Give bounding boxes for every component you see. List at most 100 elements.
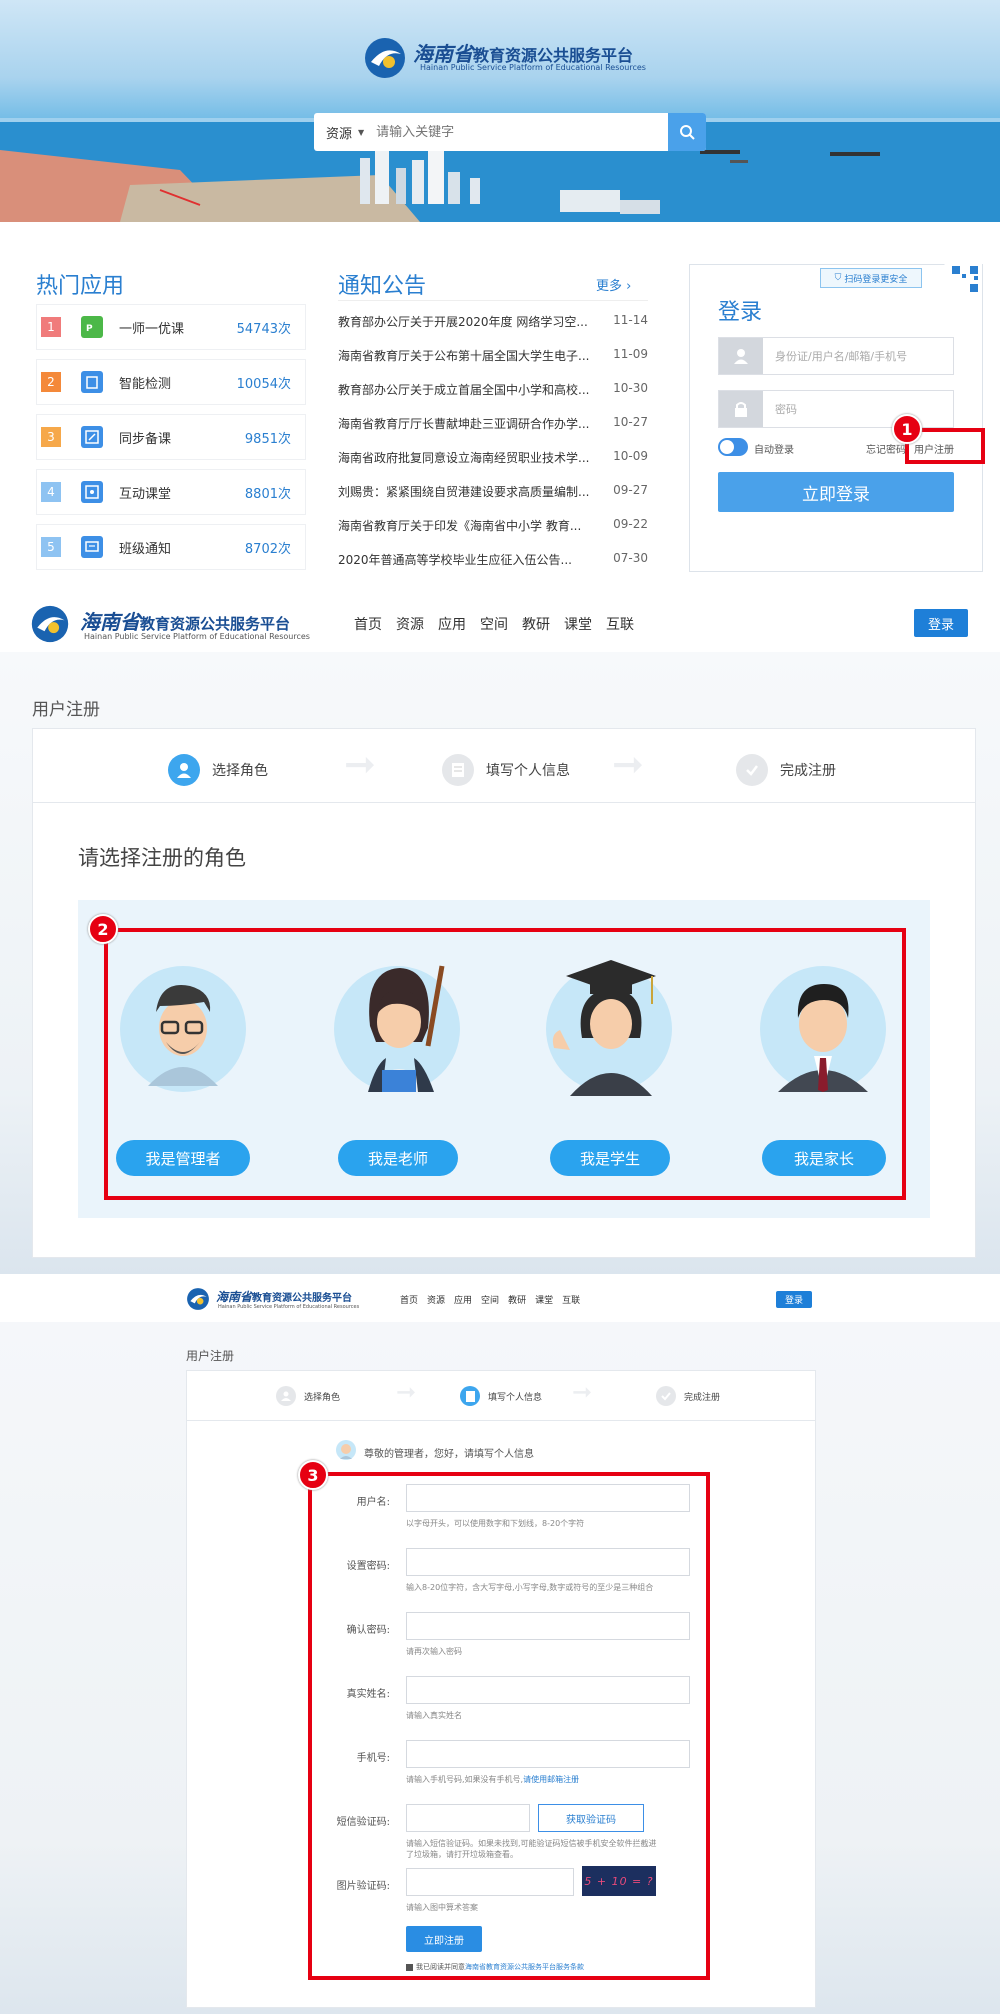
app-count: 8702次 <box>244 541 291 557</box>
nav-space[interactable]: 空间 <box>481 1293 499 1306</box>
app-name: 一师一优课 <box>119 321 185 337</box>
nav-classroom[interactable]: 课堂 <box>535 1293 553 1306</box>
form-greeting: 尊敬的管理者，您好，请填写个人信息 <box>364 1449 534 1460</box>
main-nav-small: 首页 资源 应用 空间 教研 课堂 互联 <box>400 1293 580 1306</box>
nav-connect[interactable]: 互联 <box>606 614 634 634</box>
app-name: 互动课堂 <box>119 486 172 502</box>
rank-badge: 2 <box>41 372 61 392</box>
app-count: 8801次 <box>244 486 291 502</box>
nav-research[interactable]: 教研 <box>508 1293 526 1306</box>
app-row[interactable]: 5 班级通知 8702次 <box>36 524 306 570</box>
app-row[interactable]: 4 互动课堂 8801次 <box>36 469 306 515</box>
app-name: 智能检测 <box>119 376 172 392</box>
login-submit-button[interactable]: 立即登录 <box>718 472 954 512</box>
nav-login-button[interactable]: 登录 <box>776 1291 812 1308</box>
user-icon <box>719 338 763 374</box>
main-nav: 首页 资源 应用 空间 教研 课堂 互联 <box>354 614 634 634</box>
app-count: 54743次 <box>236 321 291 337</box>
manager-avatar-icon <box>336 1440 356 1460</box>
step-complete: 完成注册 <box>656 1386 720 1406</box>
arrow-icon: ➞ <box>396 1378 417 1406</box>
form-icon <box>460 1386 480 1406</box>
highlight-box-3 <box>308 1472 710 1980</box>
page-title: 用户注册 <box>32 700 100 720</box>
message-icon <box>81 536 103 558</box>
nav-resources[interactable]: 资源 <box>427 1293 445 1306</box>
qr-login-tip[interactable]: ⛉ 扫码登录更安全 <box>820 268 922 288</box>
nav-resources[interactable]: 资源 <box>396 614 424 634</box>
page-title: 用户注册 <box>186 1349 235 1363</box>
logo-icon <box>30 604 70 644</box>
rank-badge: 4 <box>41 482 61 502</box>
notice-item[interactable]: 刘赐贵：紧紧围绕自贸港建设要求高质量编制... 09-27 <box>338 483 648 500</box>
annotation-badge-3: 3 <box>298 1460 328 1490</box>
nav-apps[interactable]: 应用 <box>438 614 466 634</box>
logo-icon <box>363 36 407 80</box>
user-icon <box>168 754 200 786</box>
rank-badge: 5 <box>41 537 61 557</box>
app-row[interactable]: 2 智能检测 10054次 <box>36 359 306 405</box>
search-bar: 资源 ▼ <box>314 113 706 151</box>
username-field[interactable]: 身份证/用户名/邮箱/手机号 <box>718 337 954 375</box>
rank-badge: 1 <box>41 317 61 337</box>
step-fill-info: 填写个人信息 <box>460 1386 542 1406</box>
search-input[interactable] <box>376 124 657 140</box>
nav-apps[interactable]: 应用 <box>454 1293 472 1306</box>
app-count: 9851次 <box>244 431 291 447</box>
notice-item[interactable]: 海南省教育厅关于印发《海南省中小学 教育... 09-22 <box>338 517 648 534</box>
step-fill-info: 填写个人信息 <box>442 754 570 786</box>
step-choose-role: 选择角色 <box>276 1386 340 1406</box>
svg-text:P: P <box>86 324 93 334</box>
logo-icon <box>186 1287 210 1311</box>
search-button[interactable] <box>668 113 706 151</box>
app-row[interactable]: 3 同步备课 9851次 <box>36 414 306 460</box>
app-name: 班级通知 <box>119 541 172 557</box>
auto-login-toggle[interactable] <box>718 438 748 456</box>
qr-code-icon[interactable] <box>944 264 982 302</box>
annotation-badge-2: 2 <box>88 914 118 944</box>
notice-item[interactable]: 海南省政府批复同意设立海南经贸职业技术学... 10-09 <box>338 449 648 466</box>
forgot-password-link[interactable]: 忘记密码 <box>866 441 906 456</box>
nav-space[interactable]: 空间 <box>480 614 508 634</box>
clipboard-icon <box>81 371 103 393</box>
notice-item[interactable]: 教育部办公厅关于开展2020年度 网络学习空... 11-14 <box>338 313 648 330</box>
nav-research[interactable]: 教研 <box>522 614 550 634</box>
brand-subtitle: Hainan Public Service Platform of Educat… <box>420 63 646 72</box>
rank-badge: 3 <box>41 427 61 447</box>
nav-login-button[interactable]: 登录 <box>914 609 968 637</box>
notice-item[interactable]: 海南省教育厅厅长曹献坤赴三亚调研合作办学... 10-27 <box>338 415 648 432</box>
app-name: 同步备课 <box>119 431 172 447</box>
app-row[interactable]: 1 P 一师一优课 54743次 <box>36 304 306 350</box>
chevron-down-icon[interactable]: ▼ <box>358 128 364 137</box>
search-icon <box>679 124 695 140</box>
form-icon <box>442 754 474 786</box>
check-icon <box>736 754 768 786</box>
notice-item[interactable]: 2020年普通高等学校毕业生应征入伍公告... 07-30 <box>338 551 648 568</box>
choose-role-heading: 请选择注册的角色 <box>78 846 246 870</box>
notice-item[interactable]: 海南省教育厅关于公布第十届全国大学生电子... 11-09 <box>338 347 648 364</box>
nav-classroom[interactable]: 课堂 <box>564 614 592 634</box>
step-complete: 完成注册 <box>736 754 836 786</box>
ppt-icon: P <box>81 316 103 338</box>
nav-connect[interactable]: 互联 <box>562 1293 580 1306</box>
arrow-icon: ➞ <box>344 742 376 786</box>
hot-apps-title: 热门应用 <box>36 274 125 299</box>
login-title: 登录 <box>718 300 763 325</box>
search-category[interactable]: 资源 <box>326 123 352 142</box>
classroom-icon <box>81 481 103 503</box>
user-icon <box>276 1386 296 1406</box>
toggle-knob <box>720 440 734 454</box>
arrow-icon: ➞ <box>572 1378 593 1406</box>
hero-banner: 海南省 教育资源公共服务平台 Hainan Public Service Pla… <box>0 0 1000 222</box>
nav-home[interactable]: 首页 <box>400 1293 418 1306</box>
app-count: 10054次 <box>236 376 291 392</box>
nav-home[interactable]: 首页 <box>354 614 382 634</box>
shield-icon: ⛉ <box>834 273 842 283</box>
brand-subtitle: Hainan Public Service Platform of Educat… <box>218 1304 360 1310</box>
steps-divider <box>32 802 976 803</box>
notice-item[interactable]: 教育部办公厅关于成立首届全国中小学和高校... 10-30 <box>338 381 648 398</box>
arrow-icon: ➞ <box>612 742 644 786</box>
more-link[interactable]: 更多 › <box>596 275 631 294</box>
harbor-scenery <box>0 118 1000 222</box>
steps-divider <box>186 1420 816 1421</box>
